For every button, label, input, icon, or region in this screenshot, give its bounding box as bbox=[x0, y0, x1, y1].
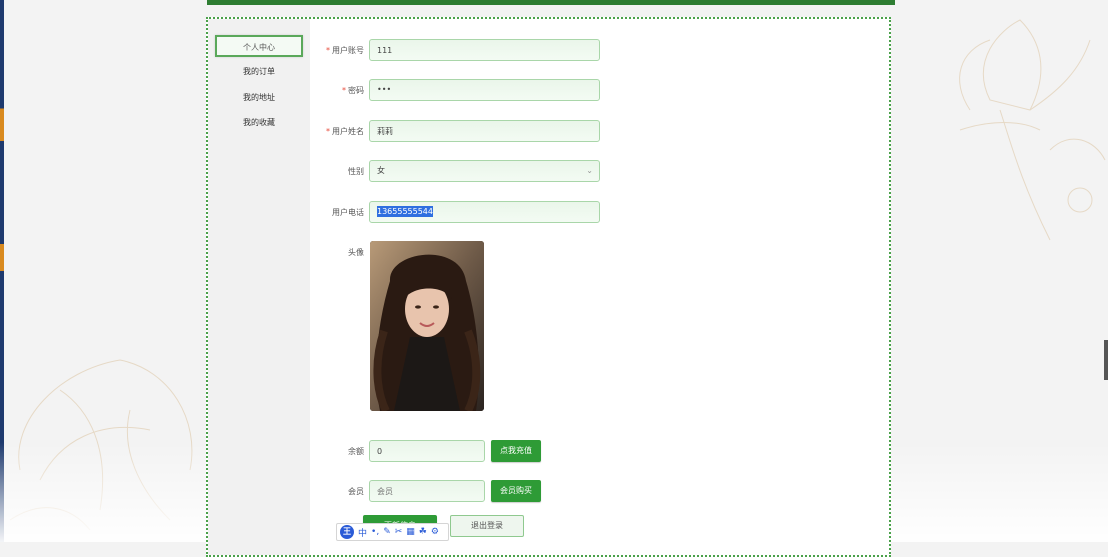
avatar-label: 头像 bbox=[348, 248, 364, 257]
logout-button[interactable]: 退出登录 bbox=[450, 515, 524, 537]
left-edge-strip bbox=[0, 0, 4, 542]
ime-skin-icon[interactable]: ☘ bbox=[419, 527, 427, 537]
name-label-text: 用户姓名 bbox=[332, 127, 364, 136]
name-label: * 用户姓名 bbox=[316, 126, 364, 137]
balance-input[interactable] bbox=[369, 440, 485, 462]
avatar-image[interactable] bbox=[370, 241, 484, 411]
member-label: 会员 bbox=[348, 487, 364, 496]
account-label: * 用户账号 bbox=[316, 45, 364, 56]
ime-logo-icon[interactable]: 王 bbox=[340, 525, 354, 539]
gender-select[interactable]: 女 ⌄ bbox=[369, 160, 600, 182]
avatar-portrait bbox=[370, 241, 484, 411]
sidebar-item-my-orders[interactable]: 我的订单 bbox=[215, 61, 303, 83]
ime-scissors-icon[interactable]: ✂ bbox=[395, 527, 403, 537]
phone-label: 用户电话 bbox=[332, 208, 364, 217]
lotus-decoration-right bbox=[959, 19, 1106, 241]
balance-label: 余额 bbox=[348, 447, 364, 456]
account-label-text: 用户账号 bbox=[332, 46, 364, 55]
gender-value: 女 bbox=[377, 166, 385, 175]
password-label: * 密码 bbox=[316, 85, 364, 96]
ime-mode-toggle[interactable]: 中 bbox=[358, 526, 367, 539]
ime-keyboard-icon[interactable]: ▦ bbox=[406, 527, 415, 537]
password-label-text: 密码 bbox=[348, 86, 364, 95]
name-input[interactable] bbox=[369, 120, 600, 142]
ime-punctuation-icon[interactable]: •, bbox=[371, 527, 379, 537]
ime-settings-icon[interactable]: ⚙ bbox=[431, 527, 439, 537]
chevron-down-icon: ⌄ bbox=[586, 166, 593, 175]
account-input[interactable] bbox=[369, 39, 600, 61]
sidebar-item-my-favorites[interactable]: 我的收藏 bbox=[215, 112, 303, 134]
password-input[interactable]: ••• bbox=[369, 79, 600, 101]
ime-pen-icon[interactable]: ✎ bbox=[383, 527, 391, 537]
recharge-button[interactable]: 点我充值 bbox=[491, 440, 541, 462]
phone-input[interactable]: 13655555544 bbox=[369, 201, 600, 223]
user-center-panel: 个人中心 我的订单 我的地址 我的收藏 *用户账号 *密码 ••• *用户姓名 … bbox=[206, 17, 891, 557]
buy-membership-button[interactable]: 会员购买 bbox=[491, 480, 541, 502]
lotus-decoration-left bbox=[9, 359, 193, 531]
sidebar-item-my-address[interactable]: 我的地址 bbox=[215, 87, 303, 109]
member-input[interactable] bbox=[369, 480, 485, 502]
phone-value-selected: 13655555544 bbox=[377, 206, 433, 217]
required-mark: * bbox=[326, 46, 330, 55]
top-green-bar bbox=[207, 0, 895, 5]
required-mark: * bbox=[326, 127, 330, 136]
scrollbar-thumb[interactable] bbox=[1104, 340, 1108, 380]
gender-label: 性别 bbox=[348, 167, 364, 176]
sidebar-item-personal-center[interactable]: 个人中心 bbox=[215, 35, 303, 57]
sidebar: 个人中心 我的订单 我的地址 我的收藏 bbox=[208, 19, 310, 555]
required-mark: * bbox=[342, 86, 346, 95]
ime-toolbar[interactable]: 王 中 •, ✎ ✂ ▦ ☘ ⚙ bbox=[336, 523, 449, 541]
